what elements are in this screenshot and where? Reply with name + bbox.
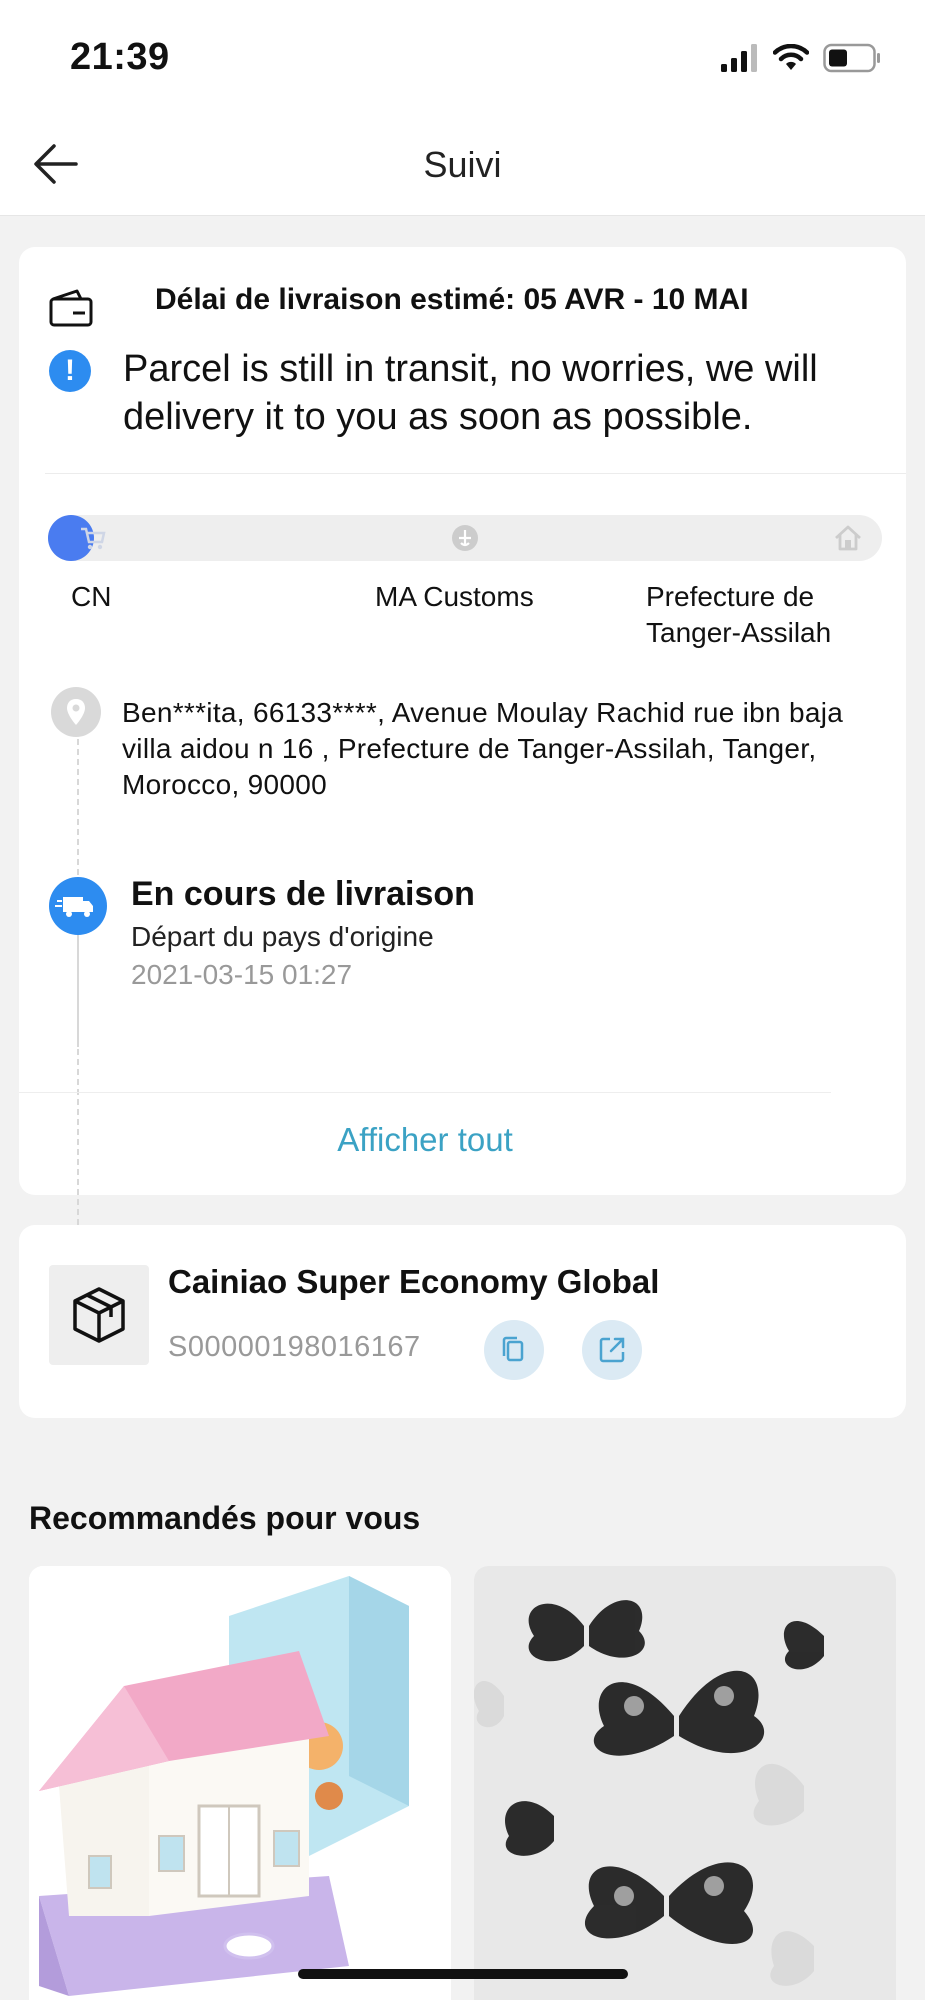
eta-label: Délai de livraison estimé: 05 AVR - 10 M… [155,283,749,316]
status-time: 21:39 [70,36,170,78]
truck-icon [49,877,107,935]
event-description: Départ du pays d'origine [131,921,434,952]
show-all-link[interactable]: Afficher tout [19,1121,831,1159]
copy-icon [502,1336,524,1362]
product-card[interactable] [29,1566,451,2000]
tracking-number: S00000198016167 [168,1331,421,1363]
event-time: 2021-03-15 01:27 [131,959,353,990]
info-icon: ! [49,350,91,392]
toy-house-image [29,1566,451,2000]
wifi-icon [773,44,809,70]
carrier-card: Cainiao Super Economy Global S0000019801… [19,1225,906,1418]
transit-message: Parcel is still in transit, no worries, … [123,348,818,438]
cellular-signal-icon [721,44,757,72]
page-title: Suivi [423,144,502,185]
divider [19,1092,831,1093]
home-icon [835,525,861,551]
open-external-button[interactable] [582,1320,642,1380]
location-pin-icon [51,687,101,737]
product-card[interactable] [474,1566,896,2000]
divider [45,473,906,474]
copy-button[interactable] [484,1320,544,1380]
butterfly-stickers-image [474,1566,896,2000]
stage-label-origin: CN [71,581,112,612]
delivery-truck-box-icon [49,289,93,327]
external-link-icon [599,1337,625,1363]
tracking-card: Délai de livraison estimé: 05 AVR - 10 M… [19,247,906,1299]
carrier-name: Cainiao Super Economy Global [168,1263,660,1300]
package-icon [49,1265,149,1365]
status-icons [721,40,881,76]
progress-bar [48,515,882,561]
customs-icon [452,525,478,551]
nav-bar: Suivi [0,110,925,216]
stage-label-destination: Prefecture de Tanger-Assilah [646,581,832,648]
status-bar: 21:39 [0,0,925,110]
home-indicator[interactable] [298,1969,628,1979]
event-title: En cours de livraison [131,875,475,913]
battery-icon [823,43,880,73]
stage-label-customs: MA Customs [375,581,534,612]
cart-icon [81,527,106,550]
recommendations-title: Recommandés pour vous [29,1500,421,1536]
delivery-address: Ben***ita, 66133****, Avenue Moulay Rach… [122,697,844,800]
